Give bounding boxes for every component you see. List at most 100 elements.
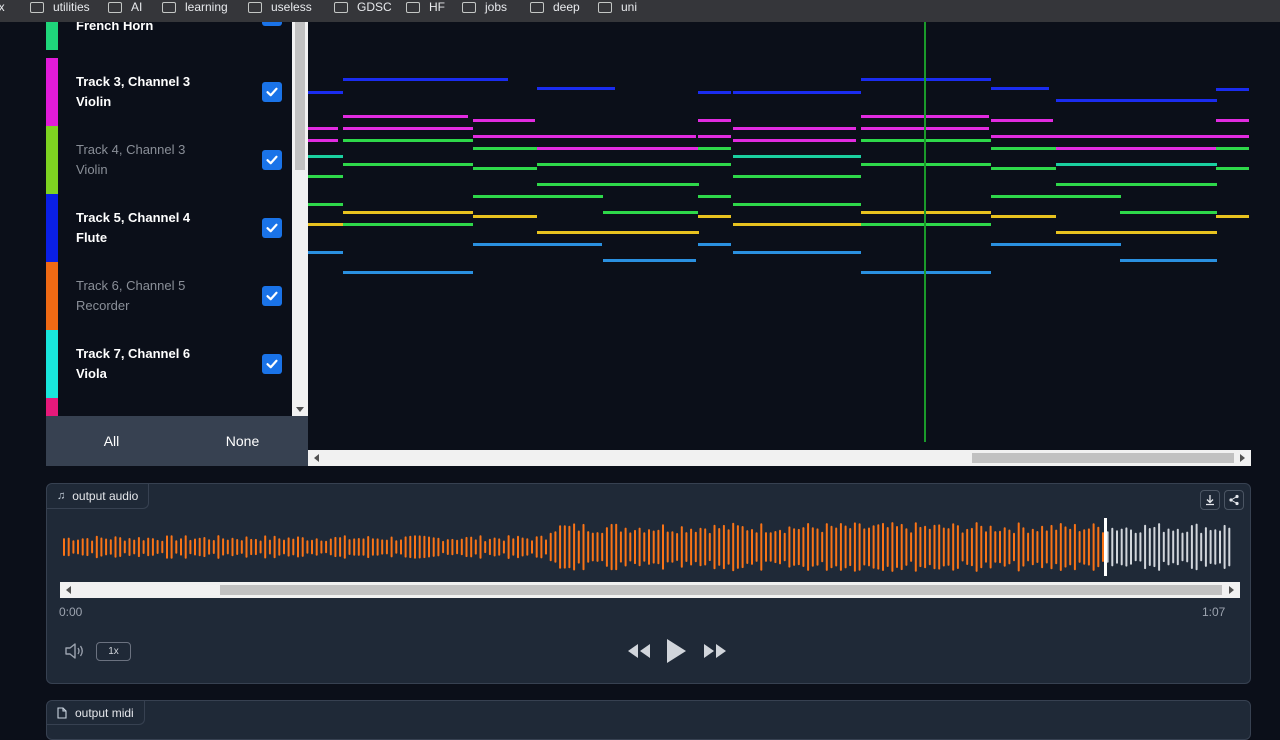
- select-all-button[interactable]: All: [46, 416, 177, 466]
- bookmark-folder[interactable]: AI: [108, 0, 142, 18]
- waveform-bar: [1209, 529, 1212, 564]
- waveform-bar: [81, 538, 84, 556]
- waveform-bar: [928, 528, 931, 566]
- output-midi-label: output midi: [47, 701, 145, 725]
- bookmark-folder[interactable]: HF: [406, 0, 445, 18]
- waveform-bar: [1013, 532, 1015, 562]
- output-midi-panel: output midi: [46, 700, 1251, 740]
- piano-roll-notes: [308, 22, 1249, 442]
- midi-note: [698, 91, 731, 94]
- waveform-cursor[interactable]: [1104, 518, 1107, 576]
- track-item[interactable]: French Horn: [46, 22, 292, 50]
- waveform-bar: [170, 535, 173, 559]
- waveform-bar: [835, 527, 838, 567]
- midi-note: [343, 115, 468, 118]
- midi-note: [1216, 88, 1249, 91]
- bookmark-folder[interactable]: utilities: [30, 0, 90, 18]
- waveform-bar: [147, 537, 150, 557]
- share-button[interactable]: [1224, 490, 1244, 510]
- piano-roll-scroll-thumb[interactable]: [972, 453, 1234, 463]
- waveform-bar: [226, 539, 229, 555]
- waveform-bar: [774, 531, 777, 564]
- track-visibility-checkbox[interactable]: [262, 218, 282, 238]
- folder-icon: [334, 1, 348, 13]
- track-item[interactable]: Track 6, Channel 5 Recorder: [46, 262, 292, 330]
- waveform-bar: [676, 533, 679, 561]
- waveform-bar: [844, 525, 847, 569]
- track-list-scrollbar[interactable]: [292, 22, 308, 416]
- bookmark-folder[interactable]: deep: [530, 0, 580, 18]
- midi-note: [1216, 215, 1249, 218]
- track-visibility-checkbox[interactable]: [262, 22, 282, 26]
- midi-note: [1120, 135, 1216, 138]
- scroll-down-arrow-icon[interactable]: [296, 407, 304, 412]
- track-color-swatch: [46, 398, 58, 416]
- track-item[interactable]: Track 4, Channel 3 Violin: [46, 126, 292, 194]
- playhead[interactable]: [924, 22, 926, 442]
- waveform-bar: [339, 537, 342, 557]
- waveform-bar: [718, 528, 721, 566]
- waveform-bar: [713, 524, 716, 570]
- track-visibility-checkbox[interactable]: [262, 150, 282, 170]
- waveform-bar: [161, 540, 164, 554]
- waveform-bar: [1092, 523, 1095, 571]
- play-icon[interactable]: [664, 637, 688, 665]
- fast-forward-icon[interactable]: [702, 642, 728, 660]
- bookmark-folder[interactable]: GDSC: [334, 0, 392, 18]
- track-list-scroll-thumb[interactable]: [295, 22, 305, 170]
- waveform-bar: [231, 537, 234, 557]
- bookmark-folder[interactable]: learning: [162, 0, 228, 18]
- bookmark-folder[interactable]: ox: [0, 0, 5, 18]
- download-button[interactable]: [1200, 490, 1220, 510]
- track-visibility-checkbox[interactable]: [262, 82, 282, 102]
- waveform-bar: [128, 538, 131, 556]
- waveform-bar: [507, 535, 510, 559]
- midi-note: [308, 251, 343, 254]
- piano-roll-scrollbar[interactable]: [308, 450, 1251, 466]
- midi-note: [991, 147, 1056, 150]
- audio-waveform[interactable]: [61, 514, 1236, 584]
- waveform-bar: [970, 527, 973, 567]
- scroll-left-arrow-icon[interactable]: [66, 586, 71, 594]
- waveform-scrollbar[interactable]: [60, 582, 1240, 598]
- share-icon: [1229, 494, 1239, 506]
- waveform-bar: [245, 536, 248, 558]
- track-item[interactable]: Track 3, Channel 3 Violin: [46, 58, 292, 126]
- scroll-left-arrow-icon[interactable]: [314, 454, 319, 462]
- volume-icon[interactable]: [64, 642, 86, 660]
- waveform-bar: [610, 523, 613, 571]
- waveform-bar: [545, 539, 547, 555]
- playback-speed-button[interactable]: 1x: [96, 642, 131, 661]
- total-duration: 1:07: [1202, 605, 1226, 619]
- waveform-bar: [1008, 529, 1011, 565]
- track-item[interactable]: [46, 398, 292, 416]
- waveform-bar: [741, 526, 744, 569]
- bookmark-folder[interactable]: jobs: [462, 0, 507, 18]
- track-instrument: Violin: [76, 162, 108, 177]
- waveform-scroll-thumb[interactable]: [220, 585, 1222, 595]
- track-visibility-checkbox[interactable]: [262, 354, 282, 374]
- waveform-bar: [325, 540, 328, 554]
- waveform-bar: [1223, 524, 1226, 569]
- waveform-bar: [86, 538, 89, 557]
- bookmark-folder[interactable]: useless: [248, 0, 312, 18]
- waveform-bar: [699, 527, 702, 567]
- select-none-button[interactable]: None: [177, 416, 308, 466]
- midi-note: [1216, 147, 1249, 150]
- waveform-bar: [311, 539, 313, 555]
- waveform-bar: [807, 523, 810, 571]
- track-item[interactable]: Track 7, Channel 6 Viola: [46, 330, 292, 398]
- waveform-bar: [1027, 532, 1030, 562]
- bookmark-folder[interactable]: uni: [598, 0, 637, 18]
- rewind-icon[interactable]: [626, 642, 652, 660]
- waveform-bar: [283, 539, 285, 555]
- waveform-bar: [451, 538, 454, 556]
- waveform-bar: [605, 527, 608, 567]
- track-visibility-checkbox[interactable]: [262, 286, 282, 306]
- track-item[interactable]: Track 5, Channel 4 Flute: [46, 194, 292, 262]
- scroll-right-arrow-icon[interactable]: [1240, 454, 1245, 462]
- piano-roll[interactable]: [308, 22, 1251, 450]
- scroll-right-arrow-icon[interactable]: [1229, 586, 1234, 594]
- waveform-bar: [1228, 527, 1231, 567]
- waveform-bar: [596, 532, 599, 562]
